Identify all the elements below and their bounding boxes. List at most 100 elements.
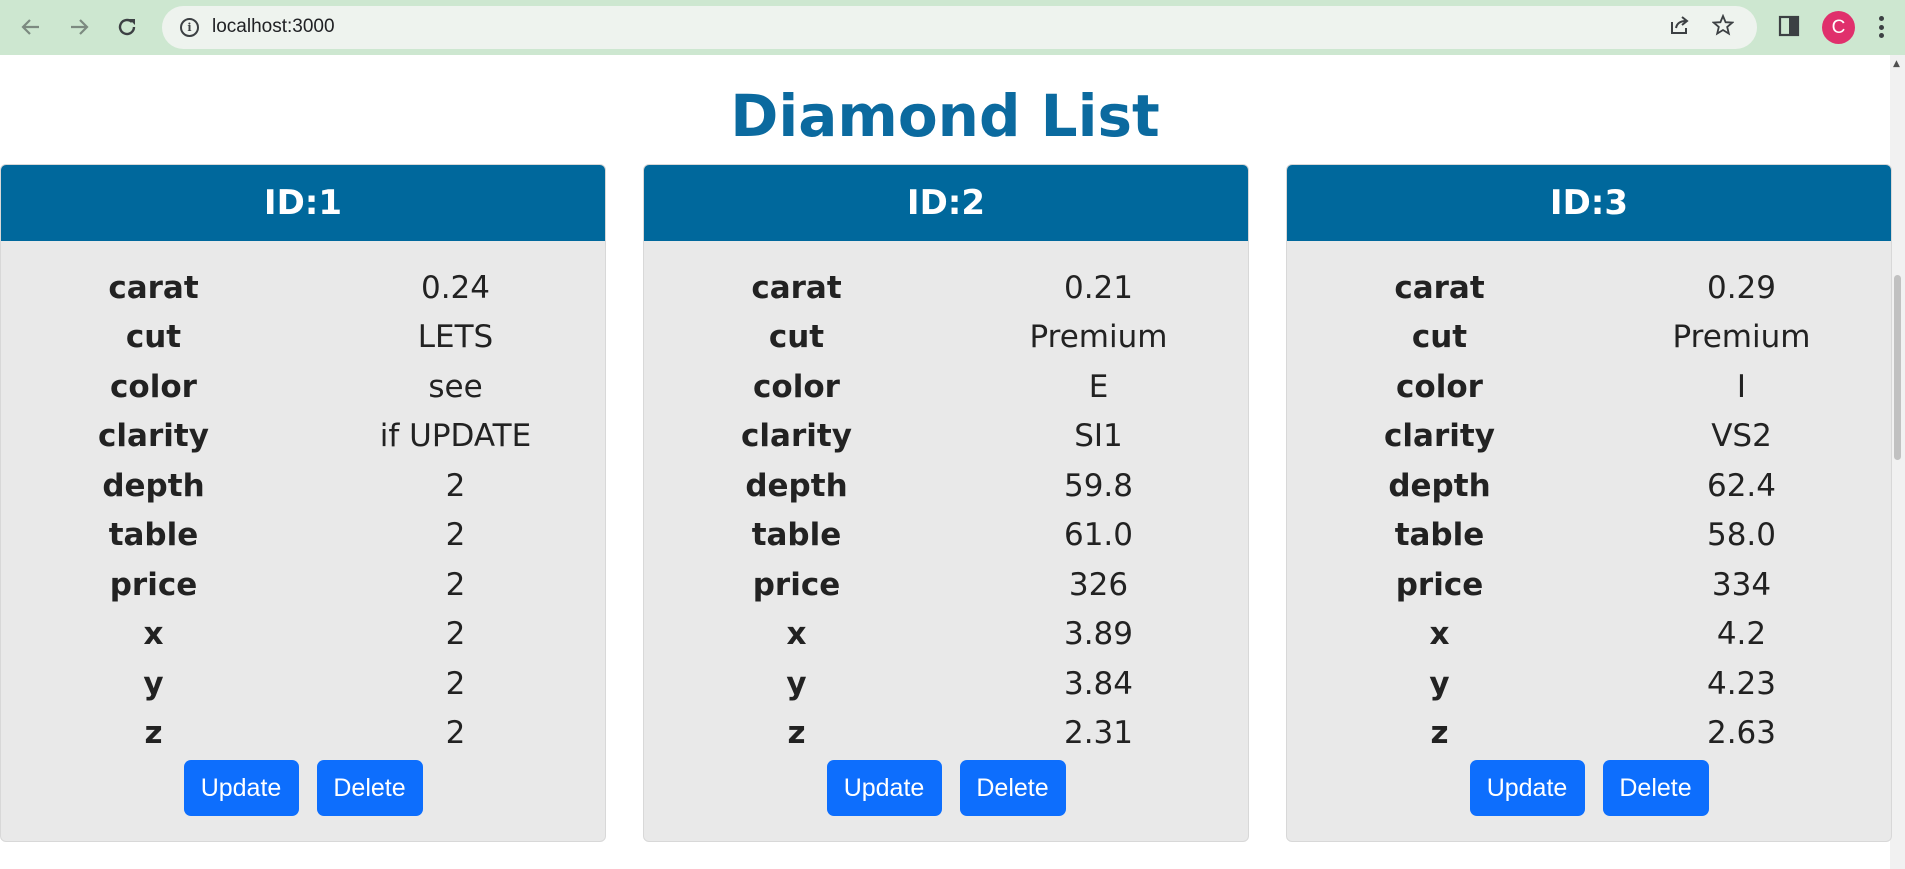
field-label: x bbox=[786, 616, 807, 653]
card-actions: Update Delete bbox=[644, 760, 1248, 816]
field-value: E bbox=[1088, 368, 1109, 405]
field-value: 62.4 bbox=[1706, 467, 1776, 504]
row-clarity: clarity VS2 bbox=[1287, 412, 1891, 462]
field-value: SI1 bbox=[1074, 418, 1123, 455]
share-icon[interactable] bbox=[1669, 14, 1691, 42]
field-value: LETS bbox=[417, 319, 494, 356]
row-y: y 4.23 bbox=[1287, 659, 1891, 709]
back-icon[interactable] bbox=[14, 10, 48, 44]
field-label: x bbox=[143, 616, 164, 653]
row-x: x2 bbox=[1, 610, 605, 660]
field-label: clarity bbox=[98, 418, 209, 455]
row-clarity: clarity SI1 bbox=[644, 412, 1248, 462]
field-value: I bbox=[1736, 368, 1747, 405]
row-z: z2 bbox=[1, 709, 605, 759]
field-value: 3.89 bbox=[1063, 616, 1133, 653]
update-button[interactable]: Update bbox=[1469, 760, 1585, 816]
delete-button[interactable]: Delete bbox=[959, 760, 1066, 816]
delete-button[interactable]: Delete bbox=[316, 760, 423, 816]
row-price: price 334 bbox=[1287, 560, 1891, 610]
side-panel-icon[interactable] bbox=[1778, 12, 1802, 44]
field-label: price bbox=[109, 566, 198, 603]
card-body: carat 0.21 cut Premium color E clarity SI1 d… bbox=[644, 241, 1248, 816]
row-depth: depth 62.4 bbox=[1287, 461, 1891, 511]
field-value: 2 bbox=[445, 665, 466, 702]
forward-icon[interactable] bbox=[62, 10, 96, 44]
field-value: 2 bbox=[445, 616, 466, 653]
field-value: 334 bbox=[1711, 566, 1772, 603]
url-text[interactable]: localhost:3000 bbox=[212, 16, 335, 38]
row-color: color I bbox=[1287, 362, 1891, 412]
update-button[interactable]: Update bbox=[826, 760, 942, 816]
field-label: clarity bbox=[741, 418, 852, 455]
field-value: 59.8 bbox=[1063, 467, 1133, 504]
field-label: price bbox=[752, 566, 841, 603]
card-header: ID:3 bbox=[1287, 165, 1891, 241]
field-label: y bbox=[786, 665, 807, 702]
field-label: table bbox=[1394, 517, 1485, 554]
card-body: carat 0.24 cut LETS color see clarity if UPD… bbox=[1, 241, 605, 816]
more-menu-icon[interactable] bbox=[1876, 12, 1886, 42]
row-price: price 326 bbox=[644, 560, 1248, 610]
site-info-icon[interactable]: i bbox=[180, 18, 199, 37]
row-z: z 2.63 bbox=[1287, 709, 1891, 759]
field-value: 0.29 bbox=[1706, 269, 1776, 306]
row-color: color E bbox=[644, 362, 1248, 412]
delete-button[interactable]: Delete bbox=[1602, 760, 1709, 816]
card-header: ID:2 bbox=[644, 165, 1248, 241]
field-label: cut bbox=[125, 319, 182, 356]
profile-avatar[interactable]: C bbox=[1822, 11, 1855, 44]
row-depth: depth 59.8 bbox=[644, 461, 1248, 511]
card-header: ID:1 bbox=[1, 165, 605, 241]
field-value: 326 bbox=[1068, 566, 1129, 603]
row-cut: cut Premium bbox=[644, 313, 1248, 363]
diamond-card: ID:1 carat 0.24 cut LETS color see clarity i… bbox=[0, 164, 606, 842]
row-table: table 2 bbox=[1, 511, 605, 561]
browser-toolbar: i localhost:3000 C bbox=[0, 0, 1905, 55]
field-value: if UPDATE bbox=[379, 418, 532, 455]
page-title: Diamond List bbox=[730, 82, 1160, 150]
field-label: carat bbox=[1394, 269, 1485, 306]
field-label: table bbox=[751, 517, 842, 554]
card-actions: Update Delete bbox=[1287, 760, 1891, 816]
field-value: 58.0 bbox=[1706, 517, 1776, 554]
bookmark-star-icon[interactable] bbox=[1711, 13, 1735, 42]
reload-icon[interactable] bbox=[110, 10, 144, 44]
row-z: z 2.31 bbox=[644, 709, 1248, 759]
field-label: color bbox=[753, 368, 840, 405]
field-label: depth bbox=[102, 467, 205, 504]
scroll-up-arrow-icon[interactable]: ▲ bbox=[1893, 59, 1900, 69]
field-label: carat bbox=[108, 269, 199, 306]
field-label: carat bbox=[751, 269, 842, 306]
field-value: 2 bbox=[445, 517, 466, 554]
field-value: 61.0 bbox=[1063, 517, 1133, 554]
field-value: 4.2 bbox=[1716, 616, 1767, 653]
field-label: depth bbox=[745, 467, 848, 504]
field-label: z bbox=[144, 715, 163, 752]
field-value: 4.23 bbox=[1706, 665, 1776, 702]
field-value: Premium bbox=[1029, 319, 1168, 356]
update-button[interactable]: Update bbox=[183, 760, 299, 816]
field-label: color bbox=[1396, 368, 1483, 405]
field-label: z bbox=[787, 715, 806, 752]
card-body: carat 0.29 cut Premium color I clarity VS2 d… bbox=[1287, 241, 1891, 816]
field-label: z bbox=[1430, 715, 1449, 752]
row-x: x 4.2 bbox=[1287, 610, 1891, 660]
field-label: x bbox=[1429, 616, 1450, 653]
field-value: 2 bbox=[445, 566, 466, 603]
row-clarity: clarity if UPDATE bbox=[1, 412, 605, 462]
field-label: price bbox=[1395, 566, 1484, 603]
field-value: 2.31 bbox=[1063, 715, 1133, 752]
field-label: cut bbox=[1411, 319, 1468, 356]
address-bar[interactable]: i localhost:3000 bbox=[162, 6, 1757, 49]
field-label: clarity bbox=[1384, 418, 1495, 455]
field-value: 0.21 bbox=[1063, 269, 1133, 306]
scroll-thumb[interactable] bbox=[1894, 275, 1901, 460]
row-cut: cut Premium bbox=[1287, 313, 1891, 363]
field-value: 2 bbox=[445, 715, 466, 752]
row-price: price 2 bbox=[1, 560, 605, 610]
row-carat: carat 0.24 bbox=[1, 263, 605, 313]
row-y: y 3.84 bbox=[644, 659, 1248, 709]
diamond-card: ID:3 carat 0.29 cut Premium color I clarity… bbox=[1286, 164, 1892, 842]
page-scrollbar[interactable]: ▲ bbox=[1890, 55, 1905, 869]
